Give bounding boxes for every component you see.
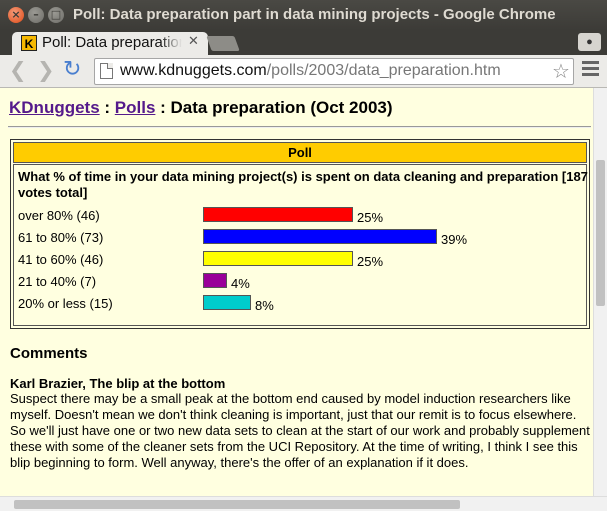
poll-option-percent: 4%	[231, 276, 250, 291]
comment-author: Karl Brazier, The blip at the bottom	[10, 376, 226, 391]
poll-option-row: 61 to 80% (73) 39%	[18, 228, 578, 248]
poll-option-bar	[203, 229, 437, 244]
window-maximize-button[interactable]: □	[48, 7, 64, 23]
url-host: www.kdnuggets.com	[120, 62, 267, 79]
bookmark-star-icon[interactable]: ☆	[552, 59, 570, 83]
poll-option-label: 61 to 80% (73)	[18, 230, 104, 245]
address-bar[interactable]: www.kdnuggets.com/polls/2003/data_prepar…	[94, 58, 574, 85]
poll-header: Poll	[13, 142, 587, 163]
breadcrumb: KDnuggets : Polls : Data preparation (Oc…	[9, 98, 393, 118]
poll-option-row: over 80% (46) 25%	[18, 206, 578, 226]
poll-option-row: 41 to 60% (46) 25%	[18, 250, 578, 270]
new-tab-button[interactable]	[206, 36, 240, 51]
breadcrumb-separator: :	[155, 98, 171, 117]
tab-title: Poll: Data preparation part in data mini…	[42, 34, 182, 51]
poll-option-percent: 25%	[357, 254, 384, 269]
poll-option-bar	[203, 207, 353, 222]
poll-option-percent: 25%	[357, 210, 384, 225]
page-title: Data preparation (Oct 2003)	[170, 98, 393, 117]
window-close-button[interactable]: ×	[8, 7, 24, 23]
poll-option-bar	[203, 251, 353, 266]
back-icon[interactable]: ❮	[9, 58, 27, 82]
poll-question: What % of time in your data mining proje…	[18, 169, 588, 200]
poll-option-row: 20% or less (15) 8%	[18, 294, 578, 314]
forward-icon[interactable]: ❯	[37, 58, 55, 82]
breadcrumb-home-link[interactable]: KDnuggets	[9, 98, 100, 117]
poll-option-row: 21 to 40% (7) 4%	[18, 272, 578, 292]
comment-body: Suspect there may be a small peak at the…	[10, 391, 590, 470]
poll-option-bar	[203, 273, 227, 288]
kdnuggets-favicon-icon: K	[21, 35, 37, 51]
window-title: Poll: Data preparation part in data mini…	[73, 6, 556, 23]
horizontal-scrollbar-thumb[interactable]	[14, 500, 460, 509]
reload-icon[interactable]: ↻	[63, 57, 81, 82]
profile-icon[interactable]: ●	[578, 33, 601, 51]
browser-toolbar: ❮ ❯ ↻ www.kdnuggets.com/polls/2003/data_…	[0, 55, 607, 88]
url-path: /polls/2003/data_preparation.htm	[266, 62, 501, 79]
comments-heading: Comments	[10, 345, 88, 362]
page-icon	[100, 63, 113, 79]
divider	[8, 126, 591, 128]
tab-strip: K Poll: Data preparation part in data mi…	[0, 30, 607, 55]
poll-option-label: over 80% (46)	[18, 208, 100, 223]
poll-option-label: 21 to 40% (7)	[18, 274, 97, 289]
window-titlebar: × – □ Poll: Data preparation part in dat…	[0, 0, 607, 30]
poll-option-percent: 8%	[255, 298, 274, 313]
window-minimize-button[interactable]: –	[28, 7, 44, 23]
poll-option-percent: 39%	[441, 232, 468, 247]
breadcrumb-polls-link[interactable]: Polls	[115, 98, 156, 117]
poll-option-label: 20% or less (15)	[18, 296, 113, 311]
poll-option-label: 41 to 60% (46)	[18, 252, 104, 267]
url-text[interactable]: www.kdnuggets.com/polls/2003/data_prepar…	[120, 62, 501, 80]
poll-table: Poll What % of time in your data mining …	[10, 139, 590, 329]
tab-close-icon[interactable]: ✕	[188, 34, 199, 49]
poll-option-bar	[203, 295, 251, 310]
vertical-scrollbar-thumb[interactable]	[596, 160, 605, 306]
menu-icon[interactable]	[582, 61, 599, 77]
page-viewport: KDnuggets : Polls : Data preparation (Oc…	[0, 88, 593, 496]
browser-tab[interactable]: K Poll: Data preparation part in data mi…	[12, 32, 208, 55]
horizontal-scrollbar[interactable]	[0, 496, 607, 511]
vertical-scrollbar[interactable]	[593, 88, 607, 496]
breadcrumb-separator: :	[99, 98, 115, 117]
poll-body: What % of time in your data mining proje…	[13, 164, 588, 326]
